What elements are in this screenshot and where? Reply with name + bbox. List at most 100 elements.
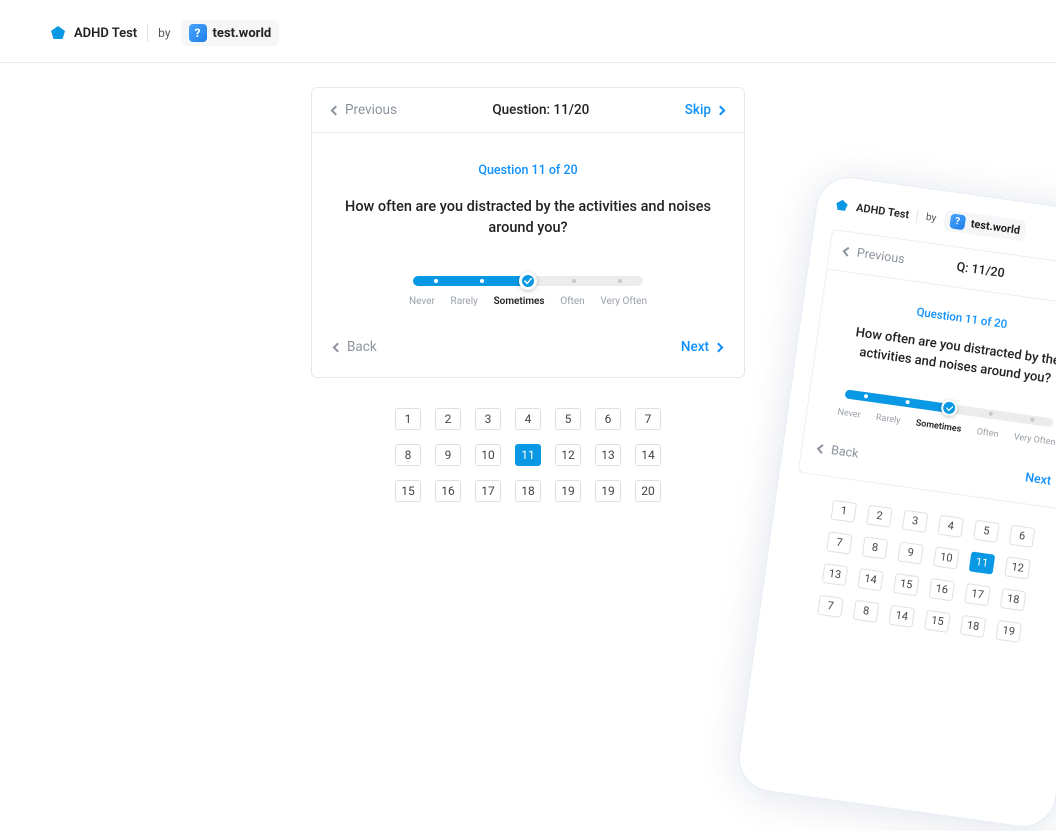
pager-cell: 12 (1004, 556, 1031, 579)
brand-name: test.world (213, 26, 272, 41)
brand-name: test.world (970, 217, 1021, 237)
next-label: Next (681, 339, 709, 355)
pager-cell[interactable]: 1 (395, 408, 421, 430)
card-body: Question 11 of 20 How often are you dist… (312, 133, 744, 321)
back-link[interactable]: Back (334, 339, 377, 355)
chevron-right-icon (714, 342, 724, 352)
pentagon-icon (50, 25, 66, 41)
scale-label: Rarely (451, 296, 478, 307)
pager-cell: 13 (822, 563, 849, 586)
pager-cell[interactable]: 5 (555, 408, 581, 430)
brand-icon: ? (189, 24, 207, 42)
pager-cell: 17 (964, 583, 991, 606)
app-name: ADHD Test (74, 26, 137, 41)
pager-cell: 15 (893, 573, 920, 596)
pager-cell: 19 (995, 619, 1022, 642)
brand-badge: ? test.world (943, 209, 1028, 241)
slider-tick (480, 279, 484, 283)
pager-cell[interactable]: 19 (555, 480, 581, 502)
pager-cell: 18 (960, 614, 987, 637)
pager-cell: 10 (933, 546, 960, 569)
check-icon (945, 404, 953, 412)
chevron-left-icon (843, 247, 853, 257)
pager-cell[interactable]: 19 (595, 480, 621, 502)
pager-cell[interactable]: 14 (635, 444, 661, 466)
scale-label: Never (409, 296, 435, 307)
pager-cell[interactable]: 18 (515, 480, 541, 502)
pager-cell[interactable]: 3 (475, 408, 501, 430)
slider-tick (989, 412, 994, 417)
pager: 123456789101112131415161718191920 (395, 408, 661, 502)
pager-cell: 7 (817, 594, 844, 617)
pager-cell[interactable]: 11 (515, 444, 541, 466)
chevron-left-icon (331, 105, 341, 115)
app-header: ADHD Test by ? test.world (0, 0, 1056, 63)
card-footer: Back Next (312, 321, 744, 377)
pager-cell[interactable]: 10 (475, 444, 501, 466)
divider (147, 24, 148, 42)
check-icon (524, 277, 532, 285)
skip-link[interactable]: Skip (685, 102, 724, 118)
scale-label: Very Often (600, 296, 647, 307)
question-card: Previous Question: 11/20 Skip Question 1… (311, 87, 745, 378)
brand-icon: ? (949, 213, 966, 230)
pager-cell[interactable]: 6 (595, 408, 621, 430)
phone-pager: 1234567891011121314151617187814151819 (779, 494, 1056, 648)
question-text: How often are you distracted by the acti… (334, 196, 722, 238)
chevron-left-icon (333, 342, 343, 352)
prev-label: Previous (345, 102, 397, 118)
pager-cell[interactable]: 20 (635, 480, 661, 502)
progress-label: Question 11 of 20 (334, 163, 722, 178)
slider-tick (434, 279, 438, 283)
pager-cell: 5 (973, 519, 1000, 542)
by-label: by (158, 26, 170, 40)
pager-cell: 3 (902, 509, 929, 532)
slider-handle (940, 399, 958, 417)
pager-cell: 1 (831, 499, 858, 522)
pager-cell[interactable]: 15 (395, 480, 421, 502)
pager-cell: 14 (857, 568, 884, 591)
prev-link: Previous (843, 244, 906, 267)
chevron-right-icon (716, 105, 726, 115)
pager-cell[interactable]: 12 (555, 444, 581, 466)
next-link: Next (1024, 470, 1056, 490)
card-header: Previous Question: 11/20 Skip (312, 88, 744, 133)
by-label: by (925, 212, 937, 224)
next-link[interactable]: Next (681, 339, 722, 355)
pager-cell: 15 (924, 609, 951, 632)
pager-cell: 16 (929, 578, 956, 601)
app-logo: ADHD Test (835, 198, 911, 221)
slider-fill (845, 389, 950, 413)
pager-cell[interactable]: 7 (635, 408, 661, 430)
pager-cell[interactable]: 2 (435, 408, 461, 430)
slider-tick (1030, 418, 1035, 423)
pager-cell[interactable]: 8 (395, 444, 421, 466)
chevron-left-icon (817, 444, 827, 454)
pager-cell: 11 (969, 551, 996, 574)
pager-cell: 8 (853, 599, 880, 622)
pager-cell: 9 (897, 541, 924, 564)
pentagon-icon (835, 198, 850, 213)
slider-labels: Never Rarely Sometimes Often Very Often (409, 296, 647, 307)
divider (916, 209, 919, 223)
slider-handle[interactable] (519, 272, 537, 290)
pager-cell: 4 (938, 514, 965, 537)
slider-tick (618, 279, 622, 283)
prev-link[interactable]: Previous (332, 102, 397, 118)
phone-question-card: Previous Q: 11/20 Skip Question 11 of 20… (798, 229, 1056, 512)
pager-cell[interactable]: 13 (595, 444, 621, 466)
pager-cell[interactable]: 4 (515, 408, 541, 430)
scale-label: Often (560, 296, 584, 307)
pager-cell: 7 (826, 531, 853, 554)
pager-cell[interactable]: 9 (435, 444, 461, 466)
slider-fill (413, 276, 528, 286)
pager-cell: 6 (1009, 524, 1036, 547)
answer-slider[interactable] (413, 276, 643, 286)
pager-cell[interactable]: 17 (475, 480, 501, 502)
app-name: ADHD Test (855, 201, 910, 221)
brand-badge[interactable]: ? test.world (181, 20, 280, 46)
card-title: Question: 11/20 (492, 102, 589, 118)
pager-cell: 14 (889, 604, 916, 627)
pager-cell[interactable]: 16 (435, 480, 461, 502)
pager-cell: 18 (1000, 588, 1027, 611)
